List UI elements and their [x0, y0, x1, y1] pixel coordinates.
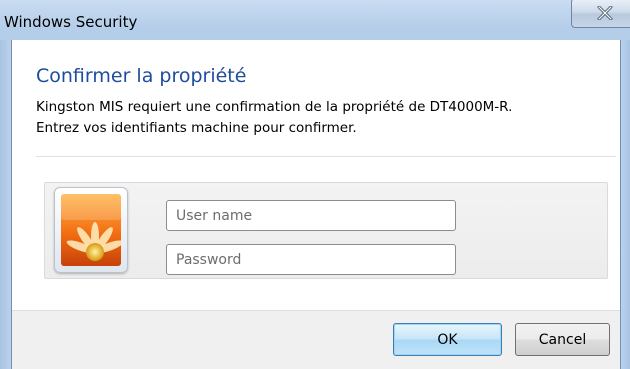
title-bar[interactable]: Windows Security: [0, 0, 630, 40]
close-icon: [597, 6, 613, 20]
divider: [36, 156, 616, 157]
security-dialog-window: Windows Security Confirmer la propriété …: [0, 0, 630, 369]
username-field[interactable]: [166, 200, 456, 231]
dialog-heading: Confirmer la propriété: [36, 65, 247, 87]
close-button[interactable]: [571, 0, 630, 28]
user-flower-picture-icon: [61, 194, 121, 266]
window-frame-left: [0, 40, 11, 369]
window-frame-right: [621, 40, 630, 369]
description-line-2: Entrez vos identifiants machine pour con…: [36, 120, 357, 136]
user-picture: [54, 187, 128, 273]
window-title: Windows Security: [4, 13, 138, 31]
cancel-button[interactable]: Cancel: [515, 323, 610, 356]
password-field[interactable]: [166, 244, 456, 275]
button-bar: OK Cancel: [12, 310, 620, 369]
dialog-description: Kingston MIS requiert une confirmation d…: [36, 97, 512, 139]
credential-tile[interactable]: [44, 182, 608, 279]
ok-button[interactable]: OK: [393, 323, 502, 356]
dialog-content: Confirmer la propriété Kingston MIS requ…: [11, 40, 621, 369]
description-line-1: Kingston MIS requiert une confirmation d…: [36, 99, 513, 115]
